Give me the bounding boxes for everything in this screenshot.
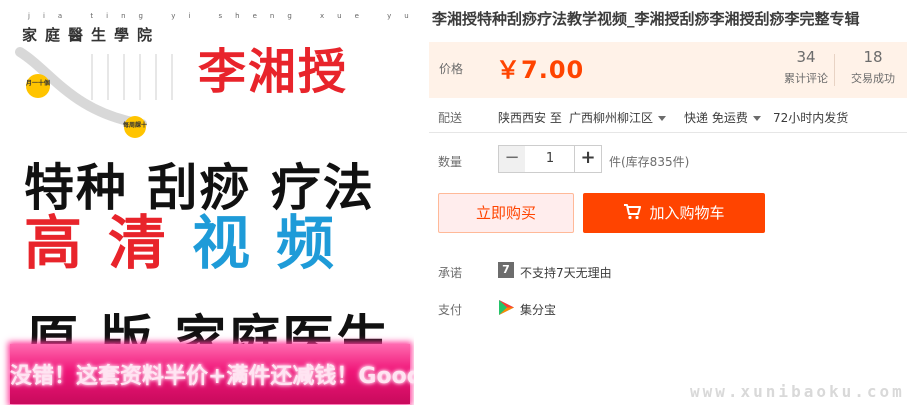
shipping-label: 配送 [438, 111, 463, 125]
review-count-label: 累计评论 [784, 72, 828, 85]
image-hd-char-3: 视 [192, 209, 277, 277]
image-headline-hd-video: 高清视频 [24, 196, 360, 280]
shipping-destination-select[interactable]: 广西柳州柳江区 [569, 109, 667, 126]
image-hd-char-4: 频 [276, 209, 361, 277]
divider [429, 132, 907, 133]
quantity-input[interactable]: 1 [525, 145, 575, 173]
quantity-decrease-button[interactable]: − [498, 145, 526, 173]
price-label: 价格 [439, 62, 464, 76]
buy-now-button[interactable]: 立即购买 [438, 193, 574, 233]
sales-count: 18 [863, 48, 883, 66]
promise-text[interactable]: 不支持7天无理由 [520, 264, 612, 281]
add-to-cart-button[interactable]: 加入购物车 [583, 193, 765, 233]
payment-label: 支付 [438, 303, 463, 317]
image-hd-char-2: 清 [108, 209, 193, 277]
image-hd-char-1: 高 [24, 209, 109, 277]
site-watermark: www.xunibaoku.com [690, 382, 905, 401]
shipping-method-select[interactable]: 快递 免运费 [684, 109, 761, 126]
seven-day-icon: 7 [498, 262, 514, 278]
promise-label: 承诺 [438, 266, 463, 280]
quantity-label: 数量 [438, 155, 463, 169]
chevron-down-icon [658, 116, 667, 121]
quantity-increase-button[interactable]: + [574, 145, 602, 173]
product-image[interactable]: jia ting yi sheng xue yuan 家庭醫生學院 月一十個 每… [0, 0, 414, 405]
chevron-down-icon [752, 116, 761, 121]
logo-badge-right-text: 每周課十 [122, 122, 147, 129]
shipping-destination: 广西柳州柳江区 [569, 111, 654, 125]
shipping-method: 快递 免运费 [684, 111, 748, 125]
add-to-cart-label: 加入购物车 [649, 204, 725, 222]
review-count-stat[interactable]: 34 累计评论 [776, 48, 836, 86]
product-title: 李湘授特种刮痧疗法教学视频_李湘授刮痧李湘授刮痧李完整专辑 [432, 10, 860, 28]
review-count: 34 [796, 48, 816, 66]
price-box: 价格 ￥7.00 34 累计评论 18 交易成功 [429, 42, 907, 98]
logo-badge-left-text: 月一十個 [25, 80, 50, 87]
stat-divider [834, 54, 835, 86]
jifenbao-icon [499, 300, 514, 315]
cart-icon [624, 204, 642, 220]
sales-count-label: 交易成功 [851, 72, 895, 85]
shipping-origin: 陕西西安 至 [498, 111, 562, 125]
sales-count-stat: 18 交易成功 [843, 48, 903, 86]
promo-banner: 没错！这套资料半价+满件还减钱！Good! [10, 344, 414, 404]
dispatch-time: 72小时内发货 [773, 111, 849, 125]
payment-method[interactable]: 集分宝 [520, 301, 556, 318]
stock-info: 件(库存835件) [609, 155, 690, 169]
price-value: ￥7.00 [496, 56, 585, 84]
image-author-name: 李湘授 [198, 44, 349, 100]
promo-banner-text: 没错！这套资料半价+满件还减钱！Good! [10, 364, 414, 389]
academy-logo: jia ting yi sheng xue yuan 家庭醫生學院 月一十個 每… [12, 12, 414, 138]
